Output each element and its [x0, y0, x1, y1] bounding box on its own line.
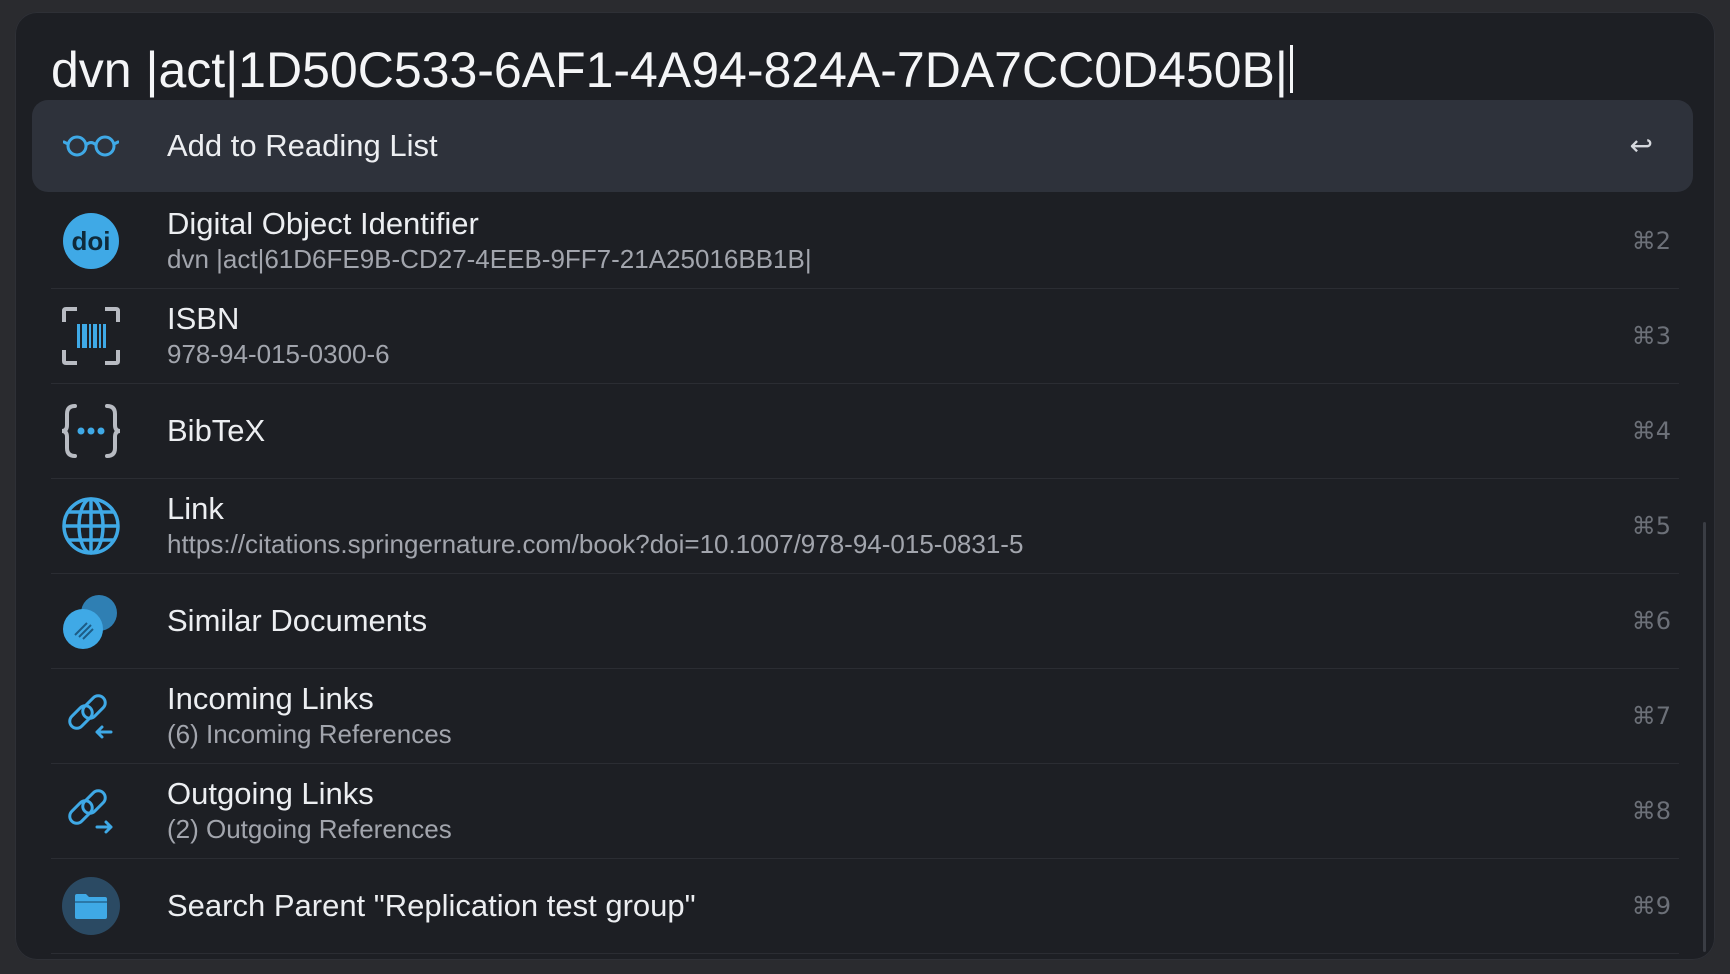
result-link[interactable]: Link https://citations.springernature.com… [51, 479, 1679, 574]
scrollbar[interactable] [1703, 522, 1706, 952]
shortcut-hint: ⌘8 [1631, 797, 1671, 825]
result-subtitle: (6) Incoming References [167, 719, 452, 749]
svg-text:doi: doi [72, 226, 111, 256]
result-digital-object-identifier[interactable]: doi Digital Object Identifier dvn |act|61… [51, 194, 1679, 289]
query-text: dvn |act|1D50C533-6AF1-4A94-824A-7DA7CC0… [51, 42, 1288, 98]
glasses-icon [61, 116, 121, 176]
shortcut-hint: ⌘4 [1631, 417, 1671, 445]
search-query-input[interactable]: dvn |act|1D50C533-6AF1-4A94-824A-7DA7CC0… [51, 30, 1293, 110]
barcode-icon [61, 306, 121, 366]
result-subtitle: 978-94-015-0300-6 [167, 339, 390, 369]
result-title: Add to Reading List [167, 128, 438, 163]
result-bibtex[interactable]: BibTeX ⌘4 [51, 384, 1679, 479]
result-title: Incoming Links [167, 681, 374, 716]
result-incoming-links[interactable]: Incoming Links (6) Incoming References ⌘7 [51, 669, 1679, 764]
result-subtitle: dvn |act|61D6FE9B-CD27-4EEB-9FF7-21A2501… [167, 244, 812, 274]
result-title: Outgoing Links [167, 776, 374, 811]
text-caret [1289, 45, 1293, 93]
result-title: Similar Documents [167, 603, 428, 638]
return-key-hint: ↩ [1629, 129, 1653, 162]
result-title: Search Parent "Replication test group" [167, 888, 696, 923]
shortcut-hint: ⌘2 [1631, 227, 1671, 255]
shortcut-hint: ⌘3 [1631, 322, 1671, 350]
result-title: Link [167, 491, 224, 526]
shortcut-hint: ⌘5 [1631, 512, 1671, 540]
shortcut-hint: ⌘7 [1631, 702, 1671, 730]
result-title: ISBN [167, 301, 240, 336]
result-add-to-reading-list[interactable]: Add to Reading List ↩ [32, 100, 1693, 192]
result-title: BibTeX [167, 413, 266, 448]
launcher-panel: dvn |act|1D50C533-6AF1-4A94-824A-7DA7CC0… [15, 12, 1715, 960]
shortcut-hint: ⌘9 [1631, 892, 1671, 920]
doi-icon: doi [61, 211, 121, 271]
results-list: Add to Reading List ↩ doi Digital Object… [15, 100, 1715, 954]
globe-icon [61, 496, 121, 556]
braces-icon [61, 401, 121, 461]
folder-icon [61, 876, 121, 936]
result-similar-documents[interactable]: Similar Documents ⌘6 [51, 574, 1679, 669]
outgoing-link-icon [61, 781, 121, 841]
similar-documents-icon [61, 591, 121, 651]
incoming-link-icon [61, 686, 121, 746]
shortcut-hint: ⌘6 [1631, 607, 1671, 635]
result-search-parent[interactable]: Search Parent "Replication test group" ⌘… [51, 859, 1679, 954]
result-outgoing-links[interactable]: Outgoing Links (2) Outgoing References ⌘8 [51, 764, 1679, 859]
result-subtitle: (2) Outgoing References [167, 814, 452, 844]
result-isbn[interactable]: ISBN 978-94-015-0300-6 ⌘3 [51, 289, 1679, 384]
result-subtitle: https://citations.springernature.com/boo… [167, 529, 1024, 559]
result-title: Digital Object Identifier [167, 206, 479, 241]
